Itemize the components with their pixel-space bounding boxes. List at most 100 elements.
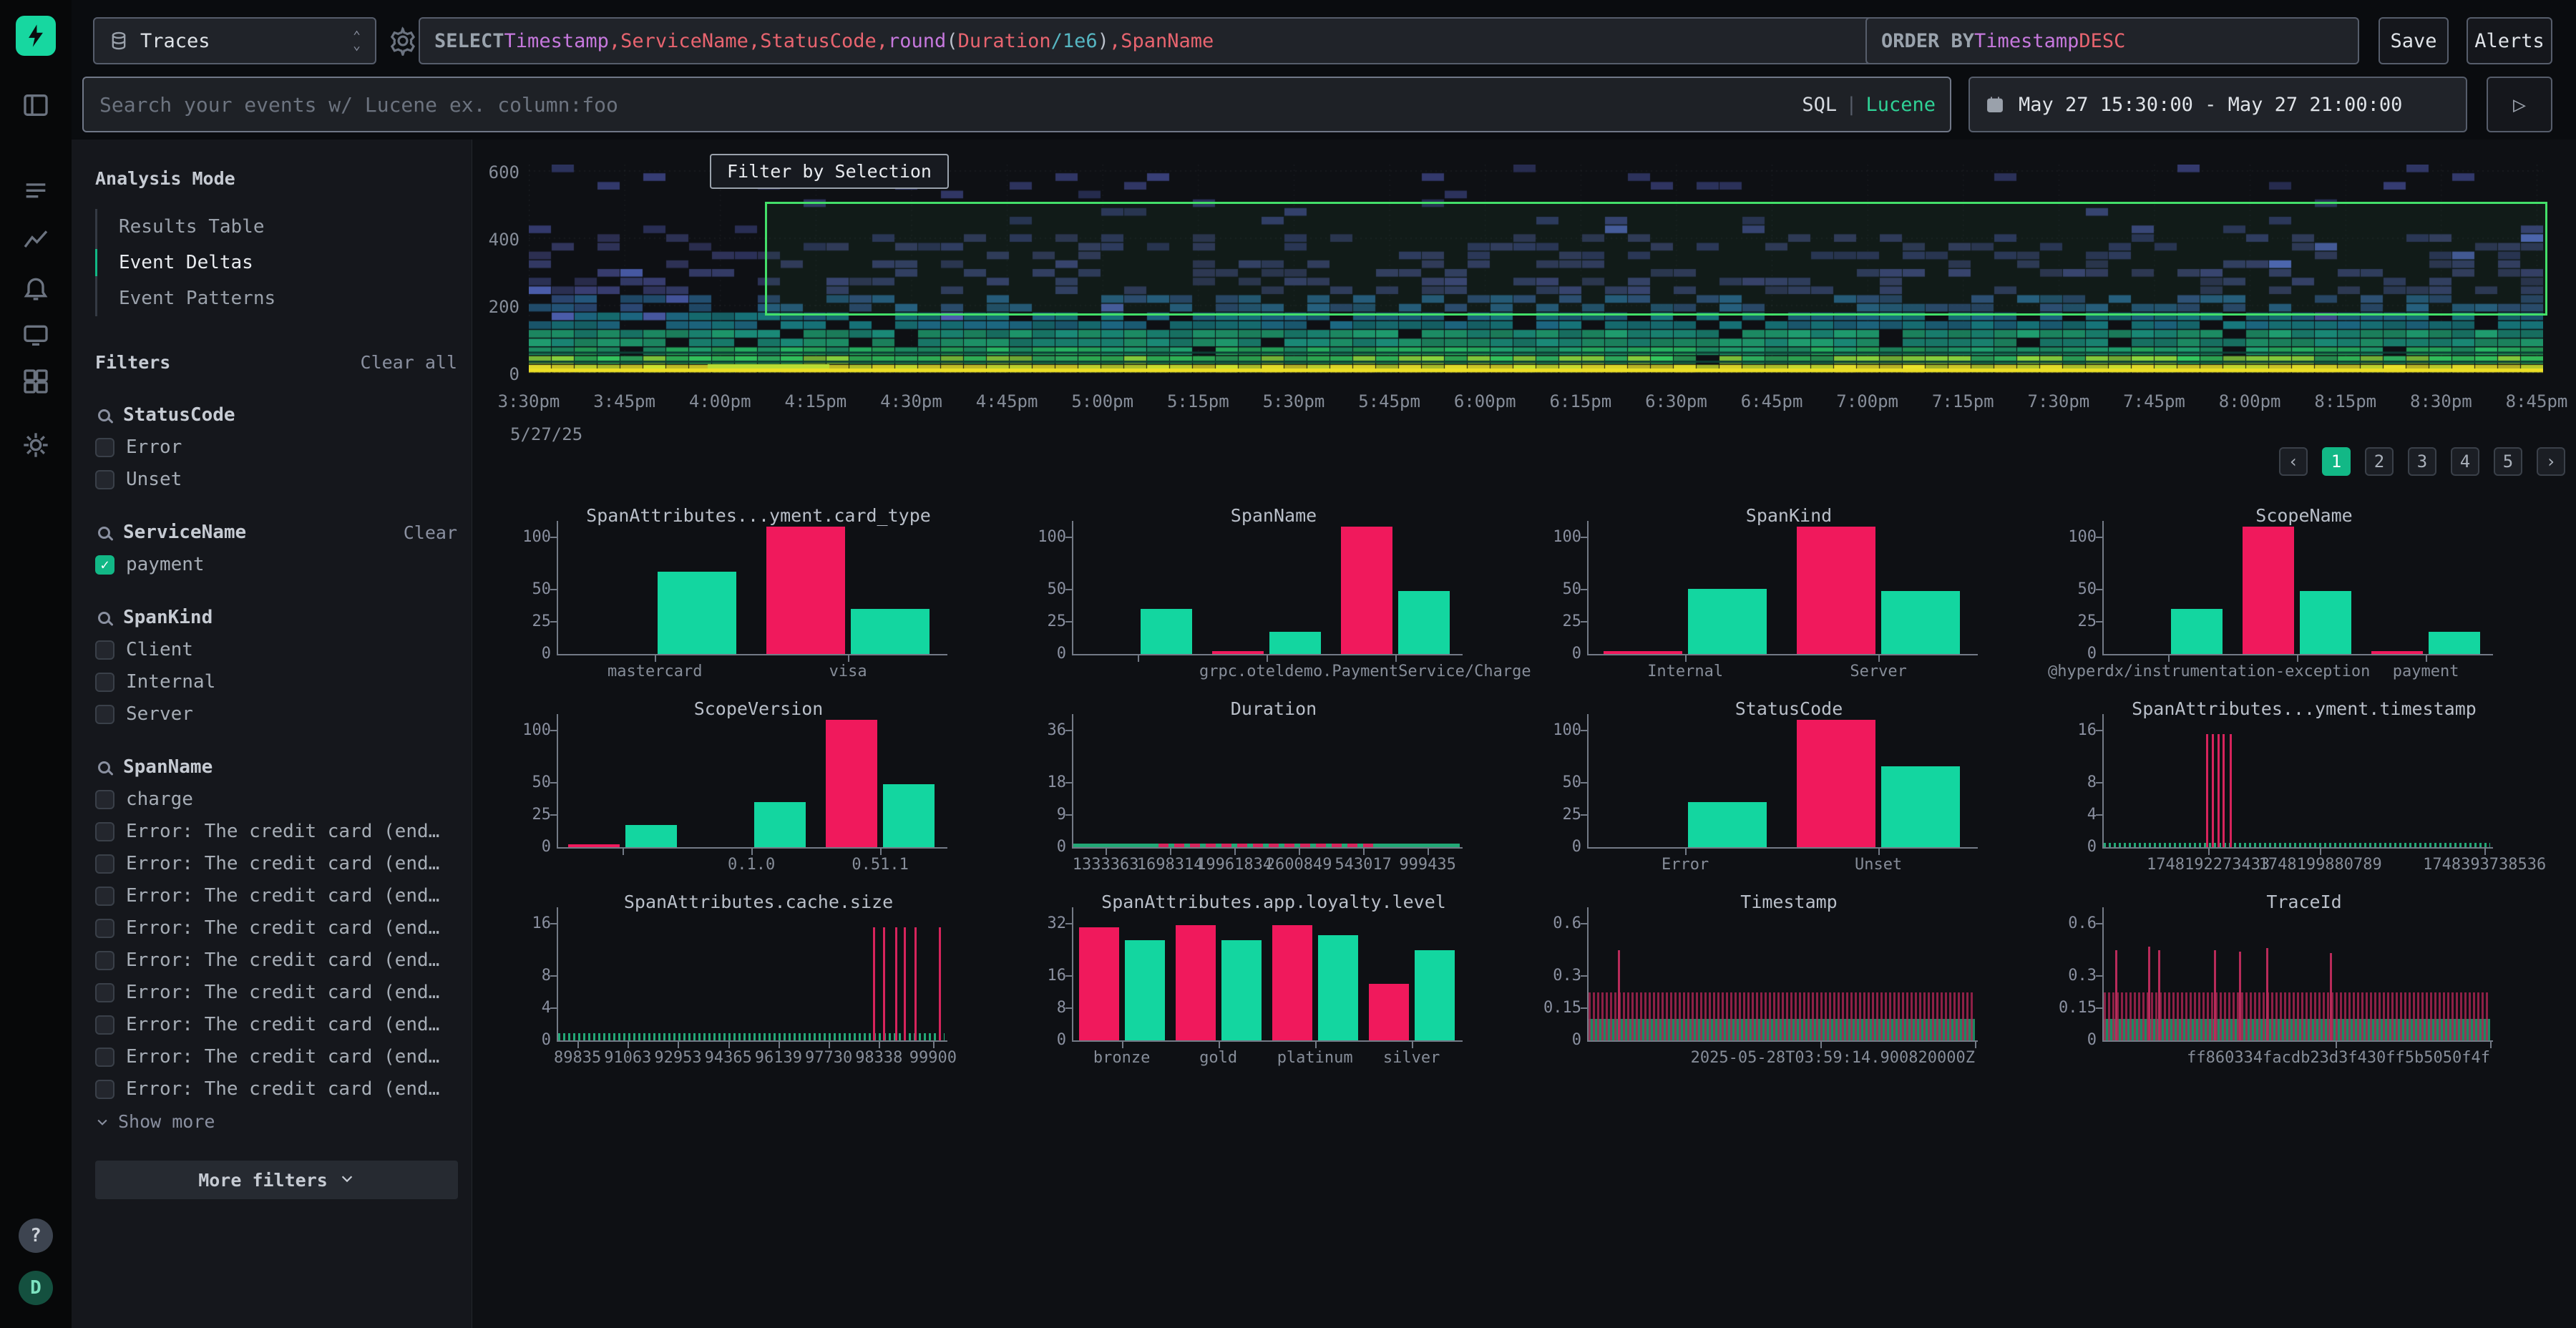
user-avatar[interactable]: D [19, 1271, 53, 1305]
page-button[interactable]: 5 [2494, 447, 2522, 476]
filter-option[interactable]: Error: The credit card (end… [95, 1046, 457, 1068]
filter-option[interactable]: Error: The credit card (end… [95, 949, 457, 971]
analysis-mode-item[interactable]: Event Deltas [97, 245, 457, 280]
checkbox[interactable] [95, 438, 114, 457]
checkbox[interactable] [95, 470, 114, 489]
filter-option[interactable]: Error [95, 436, 457, 458]
y-tick-label: 0 [507, 1031, 551, 1049]
query-gear-icon[interactable] [388, 26, 418, 59]
mini-chart[interactable]: SpanAttributes...yment.card_type02550100… [501, 501, 1016, 694]
search-icon [98, 612, 110, 624]
help-button[interactable]: ? [19, 1219, 53, 1253]
y-tick-mark [2096, 923, 2102, 924]
sql-token: ServiceName [620, 30, 748, 52]
mini-chart[interactable]: SpanAttributes...yment.timestamp04816174… [2046, 694, 2562, 887]
filter-option[interactable]: Error: The credit card (end… [95, 853, 457, 874]
bar-baseline [2429, 632, 2480, 654]
mini-chart[interactable]: TraceId00.150.30.6ff860334facdb23d3f430f… [2046, 887, 2562, 1080]
app-logo[interactable] [16, 16, 56, 56]
monitor-icon[interactable] [20, 319, 52, 351]
filter-option[interactable]: Server [95, 703, 457, 725]
bell-icon[interactable] [20, 272, 52, 303]
mini-chart[interactable]: SpanAttributes.app.loyalty.level081632br… [1016, 887, 1531, 1080]
checkbox[interactable] [95, 887, 114, 906]
page-button[interactable]: 4 [2451, 447, 2479, 476]
sql-orderby-editor[interactable]: ORDER BY Timestamp DESC [1865, 17, 2359, 64]
gear-icon[interactable] [20, 429, 52, 461]
alerts-button[interactable]: Alerts [2467, 17, 2552, 64]
checkbox[interactable] [95, 790, 114, 809]
page-button[interactable]: 3 [2408, 447, 2436, 476]
x-tick-mark [1106, 849, 1107, 855]
filter-option[interactable]: payment [95, 554, 457, 575]
lang-lucene-toggle[interactable]: Lucene [1865, 94, 1936, 116]
more-filters-button[interactable]: More filters [95, 1161, 458, 1199]
page-button[interactable]: 1 [2322, 447, 2351, 476]
y-tick-label: 4 [507, 999, 551, 1017]
x-axis-line [2102, 847, 2493, 849]
page-button[interactable]: 2 [2365, 447, 2394, 476]
mini-chart[interactable]: SpanAttributes.cache.size048168983591063… [501, 887, 1016, 1080]
checkbox[interactable] [95, 983, 114, 1002]
checkbox[interactable] [95, 822, 114, 841]
checkbox[interactable] [95, 1048, 114, 1067]
checkbox[interactable] [95, 1015, 114, 1035]
filter-option[interactable]: Error: The credit card (end… [95, 982, 457, 1003]
chart-title: StatusCode [1531, 698, 2046, 719]
filter-option[interactable]: Error: The credit card (end… [95, 1078, 457, 1100]
analysis-mode-item[interactable]: Event Patterns [97, 280, 457, 316]
y-tick-mark [1581, 814, 1587, 816]
checkbox[interactable] [95, 555, 114, 575]
mini-chart[interactable]: SpanName02550100grpc.oteldemo.PaymentSer… [1016, 501, 1531, 694]
filter-option-label: Error: The credit card (end… [126, 885, 439, 907]
filter-option[interactable]: Error: The credit card (end… [95, 1014, 457, 1035]
sql-select-editor[interactable]: SELECT Timestamp,ServiceName,StatusCode,… [419, 17, 1919, 64]
panels-icon[interactable] [20, 89, 52, 121]
heatmap-selection-rect[interactable] [765, 202, 2547, 316]
mini-chart[interactable]: Timestamp00.150.30.62025-05-28T03:59:14.… [1531, 887, 2046, 1080]
run-query-button[interactable]: ▷ [2487, 77, 2552, 132]
filter-option[interactable]: Error: The credit card (end… [95, 885, 457, 907]
filter-option[interactable]: Error: The credit card (end… [95, 917, 457, 939]
filter-clear-link[interactable]: Clear [404, 522, 457, 543]
checkbox[interactable] [95, 854, 114, 874]
analysis-mode-item[interactable]: Results Table [97, 209, 457, 245]
mini-chart[interactable]: ScopeName02550100@hyperdx/instrumentatio… [2046, 501, 2562, 694]
grid-icon[interactable] [20, 366, 52, 397]
mini-chart[interactable]: SpanKind02550100InternalServer [1531, 501, 2046, 694]
logs-icon[interactable] [20, 176, 52, 208]
checkbox[interactable] [95, 1080, 114, 1099]
x-tick-mark [933, 1042, 935, 1048]
filter-group: ServiceNameClearpayment [95, 522, 457, 575]
source-selector[interactable]: Traces ⌃⌄ [93, 17, 376, 64]
page-prev-button[interactable]: ‹ [2279, 447, 2308, 476]
mini-chart[interactable]: StatusCode02550100ErrorUnset [1531, 694, 2046, 887]
selected-spike [895, 927, 897, 1040]
search-input[interactable] [98, 92, 1802, 117]
y-tick-label: 8 [2052, 773, 2097, 791]
checkbox[interactable] [95, 705, 114, 724]
selected-spike [2239, 952, 2241, 1040]
lang-sql-toggle[interactable]: SQL [1802, 94, 1837, 116]
mini-chart[interactable]: Duration09183613333631698314199618342600… [1016, 694, 1531, 887]
show-more-link[interactable]: Show more [95, 1111, 457, 1132]
checkbox[interactable] [95, 919, 114, 938]
page-next-button[interactable]: › [2537, 447, 2565, 476]
filter-by-selection-tooltip[interactable]: Filter by Selection [710, 154, 949, 189]
filter-option[interactable]: Unset [95, 469, 457, 490]
save-button[interactable]: Save [2379, 17, 2449, 64]
sql-token: StatusCode [760, 30, 877, 52]
line-chart-icon[interactable] [20, 224, 52, 255]
checkbox[interactable] [95, 673, 114, 692]
filter-option[interactable]: charge [95, 788, 457, 810]
y-tick-label: 16 [2052, 721, 2097, 739]
time-range-picker[interactable]: May 27 15:30:00 - May 27 21:00:00 [1968, 77, 2467, 132]
checkbox[interactable] [95, 640, 114, 660]
filter-option[interactable]: Error: The credit card (end… [95, 821, 457, 842]
mini-chart[interactable]: ScopeVersion025501000.1.00.51.1 [501, 694, 1016, 887]
checkbox[interactable] [95, 951, 114, 970]
analysis-mode-list: Results TableEvent DeltasEvent Patterns [95, 209, 457, 316]
filter-option[interactable]: Internal [95, 671, 457, 693]
filter-option[interactable]: Client [95, 639, 457, 660]
clear-all-link[interactable]: Clear all [361, 352, 457, 373]
